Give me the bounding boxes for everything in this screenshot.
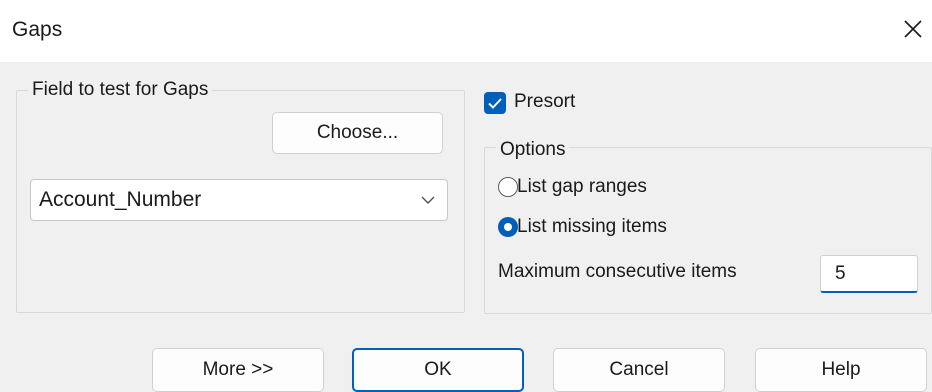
cancel-button[interactable]: Cancel [553,348,725,392]
options-legend: Options [496,139,570,161]
radio-selected-dot [504,223,512,231]
list-missing-items-label: List missing items [517,216,667,237]
ok-button[interactable]: OK [352,348,524,392]
field-select[interactable]: Account_Number [30,179,448,221]
max-consecutive-label: Maximum consecutive items [498,261,737,282]
close-icon [904,20,922,38]
list-gap-ranges-radio[interactable] [498,177,518,197]
help-button[interactable]: Help [755,348,927,392]
checkmark-icon [488,98,502,109]
list-gap-ranges-label: List gap ranges [517,176,647,197]
presort-checkbox[interactable] [484,92,506,114]
choose-button[interactable]: Choose... [272,112,443,154]
more-button[interactable]: More >> [152,348,324,392]
chevron-down-icon [421,196,435,204]
dialog-title: Gaps [12,18,63,41]
title-bar: Gaps [0,0,932,62]
presort-label: Presort [514,91,576,112]
close-button[interactable] [898,14,928,44]
list-missing-items-radio[interactable] [498,217,518,237]
field-to-test-legend: Field to test for Gaps [28,79,213,101]
max-consecutive-input[interactable] [820,255,918,293]
field-select-value: Account_Number [39,188,202,211]
